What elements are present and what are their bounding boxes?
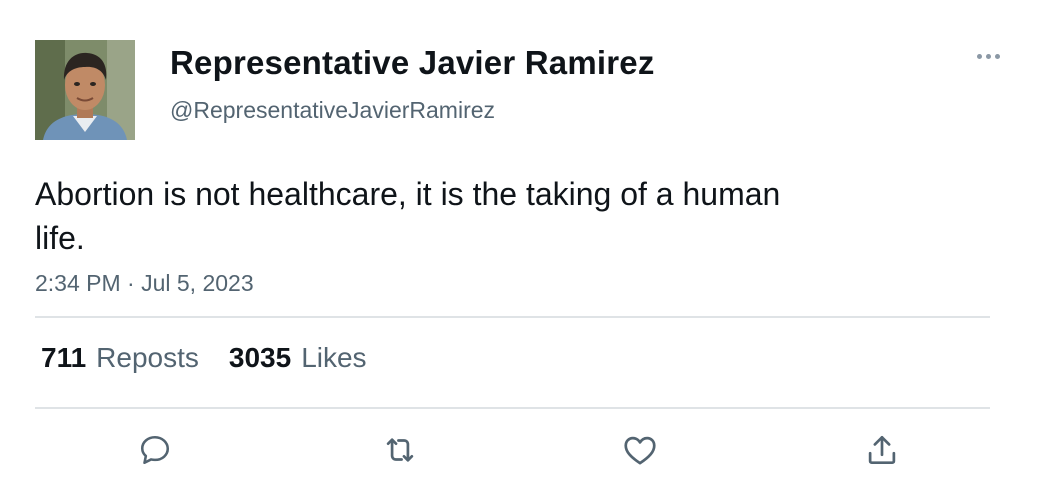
- ellipsis-dot: [994, 53, 1000, 59]
- repost-button[interactable]: [380, 430, 420, 470]
- likes-count: 3035: [228, 342, 292, 373]
- reposts-count: 711: [41, 342, 87, 373]
- ellipsis-dot: [985, 53, 991, 59]
- divider: [35, 316, 990, 318]
- more-options-button[interactable]: [968, 46, 1008, 66]
- reposts-stat[interactable]: 711 Reposts: [41, 342, 199, 374]
- tweet-card: Representative Javier Ramirez @Represent…: [0, 0, 1050, 480]
- speech-bubble-icon: [140, 435, 170, 465]
- ellipsis-icon: [976, 53, 982, 59]
- tweet-timestamp[interactable]: 2:34 PM · Jul 5, 2023: [35, 270, 254, 297]
- share-upload-icon: [868, 435, 896, 465]
- user-handle[interactable]: @RepresentativeJavierRamirez: [170, 97, 495, 124]
- display-name[interactable]: Representative Javier Ramirez: [170, 44, 655, 82]
- reposts-label: Reposts: [96, 342, 199, 373]
- likes-stat[interactable]: 3035 Likes: [229, 342, 367, 374]
- share-button[interactable]: [862, 430, 902, 470]
- repost-arrows-icon: [386, 438, 414, 462]
- heart-icon: [624, 436, 656, 465]
- engagement-stats: 711 Reposts 3035 Likes: [41, 342, 367, 374]
- divider: [35, 407, 990, 409]
- reply-button[interactable]: [135, 430, 175, 470]
- profile-photo: [35, 40, 135, 140]
- tweet-text: Abortion is not healthcare, it is the ta…: [35, 176, 781, 256]
- like-button[interactable]: [620, 430, 660, 470]
- avatar[interactable]: [35, 40, 135, 140]
- likes-label: Likes: [301, 342, 367, 373]
